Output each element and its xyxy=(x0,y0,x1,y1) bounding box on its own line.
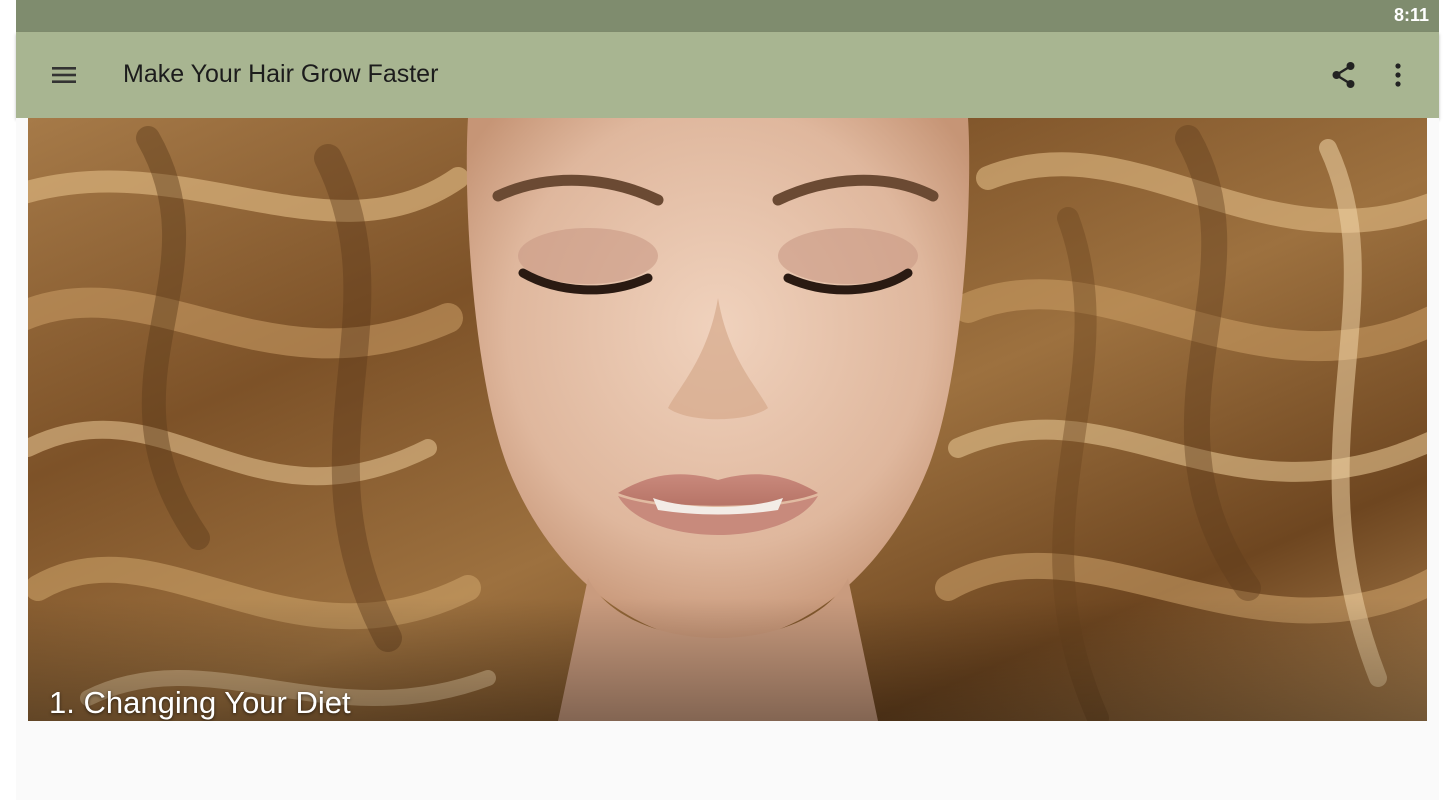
hair-portrait-illustration xyxy=(28,118,1427,721)
section-caption: 1. Changing Your Diet xyxy=(49,685,351,720)
status-bar: 8:11 xyxy=(16,0,1439,32)
status-time: 8:11 xyxy=(1393,5,1429,25)
share-icon[interactable] xyxy=(1329,60,1359,90)
more-vert-icon[interactable] xyxy=(1383,60,1413,90)
hamburger-menu-icon[interactable] xyxy=(50,61,78,89)
app-bar: Make Your Hair Grow Faster xyxy=(16,32,1439,118)
app-title: Make Your Hair Grow Faster xyxy=(123,60,439,88)
hero-image[interactable]: 1. Changing Your Diet xyxy=(28,118,1427,721)
app-window: 8:11 Make Your Hair Grow Faster 1. Chang… xyxy=(0,0,1455,800)
content-area: 1. Changing Your Diet xyxy=(16,118,1439,800)
